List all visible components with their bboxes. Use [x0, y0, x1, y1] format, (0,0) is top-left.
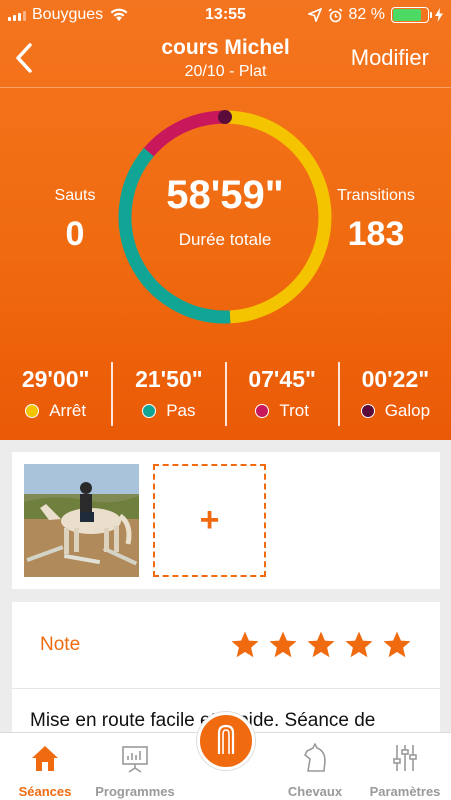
sliders-icon	[393, 745, 417, 771]
tab-chevaux[interactable]: Chevaux	[270, 733, 360, 800]
total-duration-label: Durée totale	[178, 230, 272, 249]
gait-color-dot	[255, 404, 270, 418]
gait-color-dot	[142, 404, 157, 418]
star-icon[interactable]	[306, 630, 336, 660]
gait-name: Pas	[166, 401, 196, 420]
battery-icon	[391, 7, 432, 23]
note-label: Note	[40, 634, 81, 655]
edit-button[interactable]: Modifier	[351, 45, 429, 71]
tab-parametres[interactable]: Paramètres	[360, 733, 450, 800]
gait-stat-arret: 29'00" Arrêt	[0, 362, 114, 426]
star-icon[interactable]	[268, 630, 298, 660]
jumps-stat: Sauts 0	[30, 187, 120, 254]
horse-head-icon	[304, 743, 326, 772]
plus-icon: +	[199, 501, 220, 539]
charging-bolt-icon	[435, 8, 443, 22]
status-bar: Bouygues 13:55 82 %	[0, 0, 451, 30]
presentation-icon	[122, 746, 148, 773]
tab-programmes[interactable]: Programmes	[90, 733, 180, 800]
star-rating[interactable]	[230, 630, 412, 660]
gait-stat-trot: 07'45" Trot	[227, 362, 340, 426]
star-icon[interactable]	[344, 630, 374, 660]
jumps-value: 0	[65, 215, 85, 253]
star-icon[interactable]	[230, 630, 260, 660]
gait-breakdown: 29'00" Arrêt 21'50" Pas 07'45" Trot 00'2…	[0, 362, 451, 430]
record-session-button[interactable]	[197, 712, 255, 770]
tab-label: Programmes	[95, 784, 175, 799]
gait-color-dot	[25, 404, 40, 418]
total-duration: 58'59"	[166, 173, 284, 217]
transitions-label: Transitions	[337, 187, 415, 204]
divider	[12, 688, 440, 689]
gait-time: 21'50"	[135, 366, 203, 392]
gait-name: Arrêt	[49, 401, 87, 420]
transitions-value: 183	[347, 215, 405, 253]
transitions-stat: Transitions 183	[326, 187, 426, 254]
ring-start-marker	[218, 110, 232, 124]
jumps-label: Sauts	[54, 187, 96, 204]
gait-name: Trot	[279, 401, 309, 420]
tab-label: Séances	[18, 784, 72, 799]
tab-label: Chevaux	[287, 784, 343, 799]
session-photo[interactable]	[24, 464, 139, 577]
horse-rider-photo	[24, 464, 139, 577]
tab-seances[interactable]: Séances	[0, 733, 90, 800]
session-header: Bouygues 13:55 82 % cours Michel 20/10 -…	[0, 0, 451, 440]
home-icon	[32, 746, 58, 771]
gait-stat-galop: 00'22" Galop	[340, 362, 451, 426]
star-icon[interactable]	[382, 630, 412, 660]
gait-time: 07'45"	[248, 366, 316, 392]
location-arrow-icon	[307, 8, 322, 22]
photos-card: +	[12, 452, 440, 589]
gait-time: 29'00"	[21, 366, 90, 392]
gait-time: 00'22"	[361, 366, 430, 392]
gait-stat-pas: 21'50" Pas	[113, 362, 227, 426]
alarm-clock-icon	[328, 7, 343, 22]
tab-label: Paramètres	[369, 784, 441, 799]
battery-percent: 82 %	[348, 6, 385, 23]
add-photo-button[interactable]: +	[153, 464, 266, 577]
ring-segment-trot	[143, 110, 222, 157]
horseshoe-icon	[217, 724, 235, 754]
nav-bar: cours Michel 20/10 - Plat Modifier	[0, 30, 451, 88]
gait-color-dot	[360, 404, 375, 418]
gait-name: Galop	[384, 401, 431, 420]
